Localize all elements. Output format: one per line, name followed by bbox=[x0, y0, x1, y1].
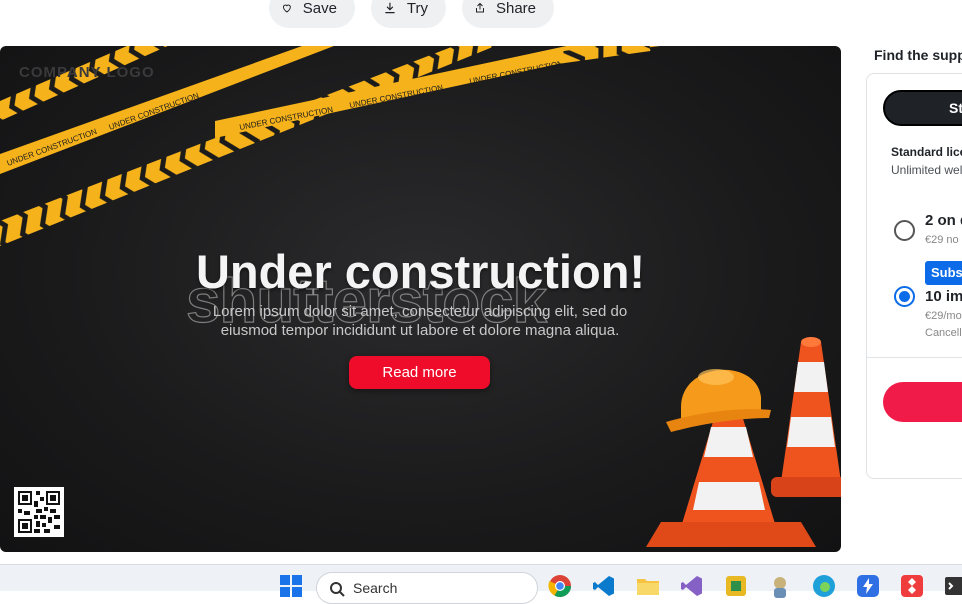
search-icon bbox=[330, 582, 345, 597]
subscription-badge: Subsc bbox=[925, 261, 962, 285]
body-text: Lorem ipsum dolor sit amet, consectetur … bbox=[200, 302, 640, 340]
heart-icon bbox=[282, 4, 291, 13]
pricing-heading: Find the suppo bbox=[874, 47, 962, 63]
taskbar: Search bbox=[0, 564, 962, 604]
headline: Under construction! bbox=[195, 245, 646, 298]
option-1-title: 2 on d bbox=[925, 212, 962, 229]
pricing-panel: St Standard lice Unlimited wel 2 on d €2… bbox=[866, 73, 962, 479]
option-1-price: €29 no bbox=[925, 234, 959, 246]
traffic-cones-helmet-graphic bbox=[646, 337, 841, 547]
anydesk-icon[interactable] bbox=[900, 574, 924, 598]
save-label: Save bbox=[302, 0, 337, 17]
body-line-2: eiusmod tempor incididunt ut labore et d… bbox=[220, 322, 620, 339]
share-button[interactable]: Share bbox=[462, 0, 554, 28]
file-explorer-icon[interactable] bbox=[636, 574, 660, 598]
vscode-icon[interactable] bbox=[592, 574, 616, 598]
search-label: Search bbox=[353, 580, 398, 596]
license-title: Standard lice bbox=[891, 145, 962, 159]
app-icon-yellow[interactable] bbox=[724, 574, 748, 598]
company-logo-text: COMPANY LOGO bbox=[19, 64, 155, 81]
try-button[interactable]: Try bbox=[371, 0, 446, 28]
read-more-button: Read more bbox=[349, 356, 490, 389]
save-button[interactable]: Save bbox=[269, 0, 355, 28]
windows-start-icon[interactable] bbox=[279, 574, 303, 598]
edge-icon[interactable] bbox=[812, 574, 836, 598]
option-2-price: €29/mo bbox=[925, 310, 962, 322]
stock-image-preview[interactable]: UNDER CONSTRUCTION UNDER CONSTRUCTION UN… bbox=[0, 46, 841, 552]
license-subtitle: Unlimited wel bbox=[891, 163, 962, 177]
option-1-radio[interactable] bbox=[894, 220, 915, 241]
buy-button[interactable] bbox=[883, 382, 962, 422]
try-label: Try bbox=[406, 0, 428, 17]
panel-divider bbox=[867, 357, 962, 358]
tab-standard[interactable]: St bbox=[883, 90, 962, 126]
download-icon bbox=[385, 2, 395, 14]
chrome-icon[interactable] bbox=[548, 574, 572, 598]
option-2-radio[interactable] bbox=[894, 286, 915, 307]
option-2-note: Cancell bbox=[925, 327, 962, 339]
share-icon bbox=[475, 2, 484, 13]
power-automate-icon[interactable] bbox=[856, 574, 880, 598]
app-icon-character[interactable] bbox=[768, 574, 792, 598]
body-line-1: Lorem ipsum dolor sit amet, consectetur … bbox=[212, 303, 628, 320]
terminal-icon[interactable] bbox=[944, 574, 962, 598]
taskbar-search[interactable]: Search bbox=[316, 572, 538, 604]
qr-code-icon bbox=[14, 487, 64, 537]
share-label: Share bbox=[495, 0, 536, 17]
visual-studio-icon[interactable] bbox=[680, 574, 704, 598]
option-2-title: 10 im bbox=[925, 288, 962, 305]
